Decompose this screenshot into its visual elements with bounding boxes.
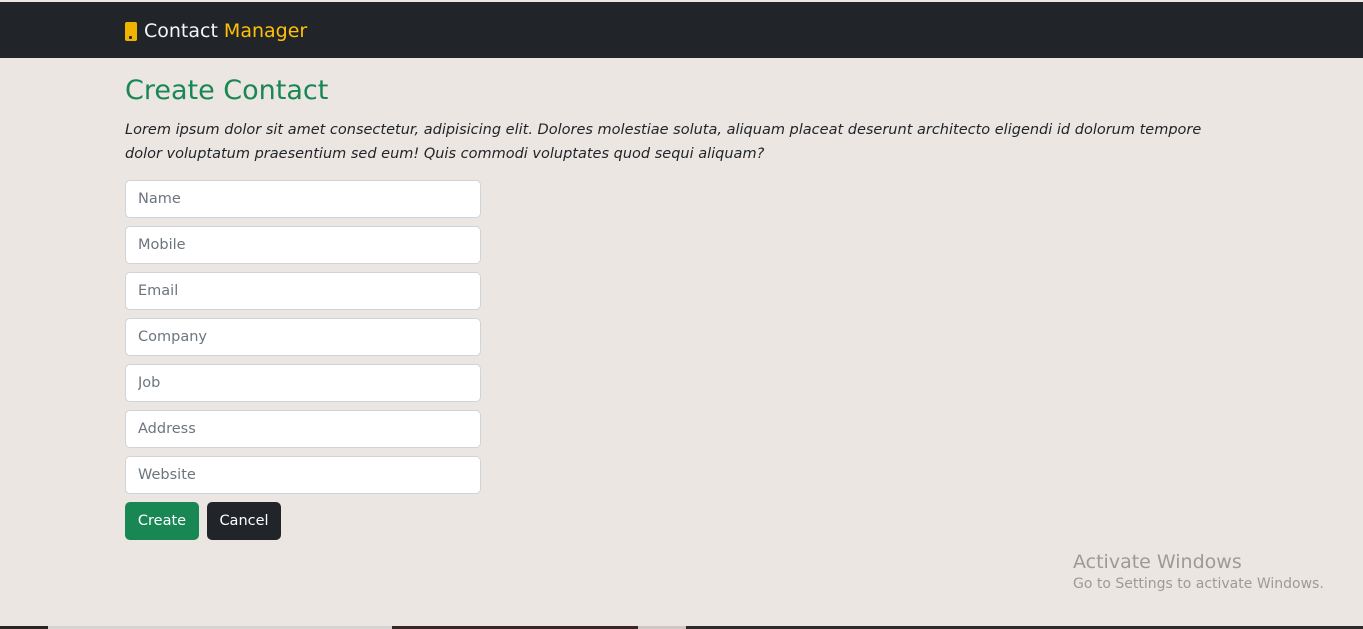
form-actions: Create Cancel (125, 502, 481, 540)
address-input[interactable] (125, 410, 481, 448)
watermark-subtitle: Go to Settings to activate Windows. (1073, 576, 1324, 592)
brand-text-contact: Contact (144, 20, 218, 42)
mobile-phone-icon (125, 21, 137, 41)
activate-windows-watermark: Activate Windows Go to Settings to activ… (1073, 550, 1324, 594)
main-content: Create Contact Lorem ipsum dolor sit ame… (125, 72, 1225, 540)
brand-link[interactable]: Contact Manager (125, 20, 307, 42)
cancel-button[interactable]: Cancel (207, 502, 281, 540)
job-input[interactable] (125, 364, 481, 402)
create-contact-form: Create Cancel (125, 180, 481, 540)
name-input[interactable] (125, 180, 481, 218)
navbar: Contact Manager (0, 2, 1363, 58)
create-button[interactable]: Create (125, 502, 199, 540)
email-input[interactable] (125, 272, 481, 310)
brand-text-manager: Manager (223, 20, 308, 42)
website-input[interactable] (125, 456, 481, 494)
page-title: Create Contact (125, 75, 329, 106)
intro-text: Lorem ipsum dolor sit amet consectetur, … (125, 122, 1202, 162)
company-input[interactable] (125, 318, 481, 356)
watermark-title: Activate Windows (1073, 551, 1242, 573)
mobile-input[interactable] (125, 226, 481, 264)
